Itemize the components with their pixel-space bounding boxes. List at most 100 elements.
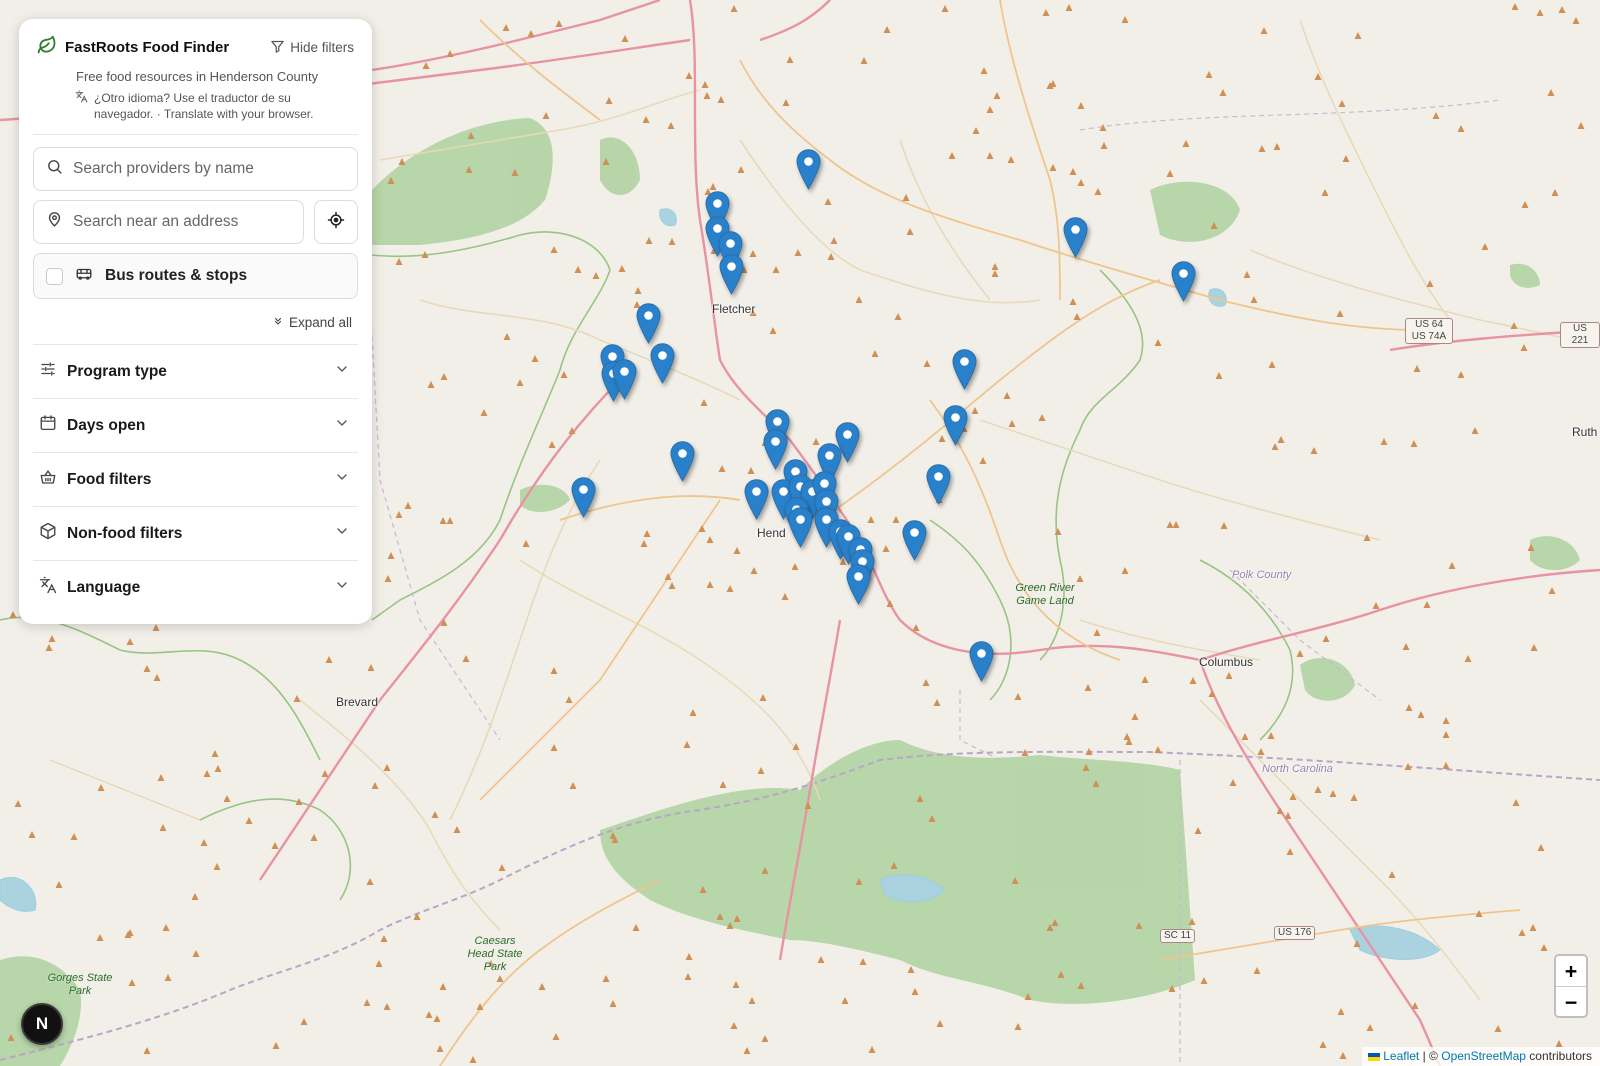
peak-symbol	[527, 30, 535, 37]
peak-symbol	[1286, 848, 1294, 855]
peak-symbol	[1442, 762, 1450, 769]
leaflet-link[interactable]: Leaflet	[1383, 1049, 1419, 1063]
peak-symbol	[871, 350, 879, 357]
peak-symbol	[14, 800, 22, 807]
bus-icon	[75, 265, 93, 288]
openstreetmap-link[interactable]: OpenStreetMap	[1441, 1049, 1526, 1063]
peak-symbol	[1042, 9, 1050, 16]
provider-search-field[interactable]	[33, 147, 358, 191]
provider-search-input[interactable]	[73, 160, 345, 178]
use-my-location-button[interactable]	[314, 200, 358, 244]
peak-symbol	[634, 287, 642, 294]
peak-symbol	[1258, 145, 1266, 152]
hide-filters-button[interactable]: Hide filters	[270, 39, 354, 57]
peak-symbol	[1536, 9, 1544, 16]
provider-marker[interactable]	[1171, 261, 1196, 302]
provider-marker[interactable]	[788, 507, 813, 548]
peak-symbol	[1310, 447, 1318, 454]
peak-symbol	[45, 644, 53, 651]
peak-symbol	[1413, 365, 1421, 372]
peak-symbol	[245, 817, 253, 824]
translate-note-text: ¿Otro idioma? Use el traductor de su nav…	[94, 91, 314, 121]
provider-marker[interactable]	[969, 641, 994, 682]
peak-symbol	[933, 699, 941, 706]
expand-all-button[interactable]: Expand all	[33, 315, 352, 330]
leaf-logo-icon	[37, 35, 57, 60]
route-shield: US 64 US 74A	[1405, 318, 1453, 344]
zoom-in-button[interactable]: +	[1556, 956, 1586, 986]
peak-symbol	[1511, 3, 1519, 10]
peak-symbol	[462, 655, 470, 662]
peak-symbol	[643, 530, 651, 537]
filter-section-program-type[interactable]: Program type	[33, 344, 358, 398]
sliders-icon	[39, 360, 57, 383]
peak-symbol	[1366, 1024, 1374, 1031]
peak-symbol	[1551, 189, 1559, 196]
peak-symbol	[791, 563, 799, 570]
peak-symbol	[433, 1015, 441, 1022]
peak-symbol	[531, 355, 539, 362]
provider-marker[interactable]	[1063, 217, 1088, 258]
peak-symbol	[743, 1047, 751, 1054]
peak-symbol	[1339, 1052, 1347, 1059]
calendar-icon	[39, 414, 57, 437]
user-avatar-badge[interactable]: N	[21, 1003, 63, 1045]
provider-marker[interactable]	[670, 441, 695, 482]
provider-marker[interactable]	[952, 349, 977, 390]
peak-symbol	[781, 593, 789, 600]
peak-symbol	[700, 399, 708, 406]
place-label: Polk County	[1232, 569, 1292, 581]
provider-marker[interactable]	[636, 303, 661, 344]
peak-symbol	[830, 237, 838, 244]
peak-symbol	[548, 441, 556, 448]
peak-symbol	[431, 811, 439, 818]
filter-section-days-open[interactable]: Days open	[33, 398, 358, 452]
peak-symbol	[128, 979, 136, 986]
peak-symbol	[380, 935, 388, 942]
provider-marker[interactable]	[650, 343, 675, 384]
provider-marker[interactable]	[943, 405, 968, 446]
filter-section-language[interactable]: Language	[33, 560, 358, 614]
peak-symbol	[1121, 16, 1129, 23]
peak-symbol	[375, 960, 383, 967]
provider-marker[interactable]	[796, 149, 821, 190]
filter-section-food-filters[interactable]: Food filters	[33, 452, 358, 506]
peak-symbol	[398, 158, 406, 165]
peak-symbol	[496, 975, 504, 982]
filter-section-non-food-filters[interactable]: Non-food filters	[33, 506, 358, 560]
provider-marker[interactable]	[719, 254, 744, 295]
place-label: North Carolina	[1262, 763, 1333, 775]
peak-symbol	[1336, 310, 1344, 317]
peak-symbol	[1388, 871, 1396, 878]
provider-marker[interactable]	[846, 564, 871, 605]
peak-symbol	[425, 1011, 433, 1018]
peak-symbol	[748, 997, 756, 1004]
peak-symbol	[971, 407, 979, 414]
peak-symbol	[1273, 143, 1281, 150]
provider-marker[interactable]	[612, 359, 637, 400]
peak-symbol	[733, 547, 741, 554]
peak-symbol	[48, 635, 56, 642]
provider-marker[interactable]	[571, 477, 596, 518]
address-search-field[interactable]	[33, 200, 304, 244]
peak-symbol	[991, 270, 999, 277]
peak-symbol	[395, 511, 403, 518]
peak-symbol	[855, 296, 863, 303]
zoom-out-button[interactable]: −	[1556, 986, 1586, 1016]
address-search-input[interactable]	[73, 213, 291, 231]
provider-marker[interactable]	[902, 520, 927, 561]
route-shield: US 176	[1274, 926, 1316, 940]
bus-routes-toggle[interactable]: Bus routes & stops	[33, 253, 358, 299]
peak-symbol	[1354, 32, 1362, 39]
peak-symbol	[555, 20, 563, 27]
peak-symbol	[1250, 296, 1258, 303]
peak-symbol	[1243, 271, 1251, 278]
provider-marker[interactable]	[744, 479, 769, 520]
chevron-down-icon	[334, 577, 350, 598]
peak-symbol	[689, 709, 697, 716]
bus-routes-checkbox[interactable]	[46, 267, 63, 285]
peak-symbol	[911, 988, 919, 995]
peak-symbol	[440, 373, 448, 380]
provider-marker[interactable]	[926, 464, 951, 505]
peak-symbol	[1296, 650, 1304, 657]
